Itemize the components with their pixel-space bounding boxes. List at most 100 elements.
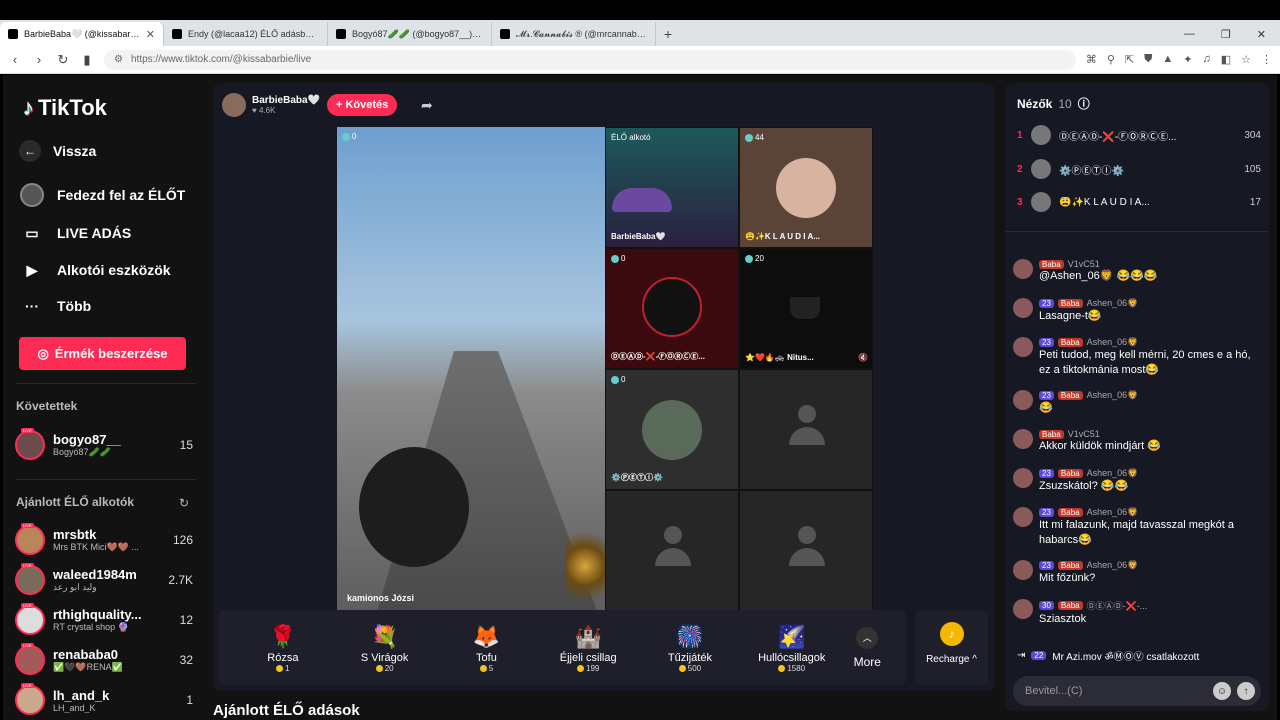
guest-tile[interactable]: 0 ⚙️ⓅⒺⓉⒾ⚙️	[605, 369, 739, 490]
top-viewer[interactable]: 2 ⚙️ⓅⒺⓉⒾ⚙️ 105	[1017, 159, 1261, 179]
person-placeholder-icon	[655, 526, 691, 572]
sidebar-item-explore-live[interactable]: Fedezd fel az ÉLŐT	[19, 182, 185, 208]
recommended-account[interactable]: LIVE mrsbtk Mrs BTK Mici🤎🤎 ... 126	[15, 523, 193, 555]
gift-tofu[interactable]: 🦊 Tofu 5	[436, 622, 538, 673]
following-account[interactable]: LIVE bogyo87__ Bogyó87🥒🥒 15	[15, 428, 193, 460]
avatar: LIVE	[15, 428, 45, 460]
gift-rose[interactable]: 🌹 Rózsa 1	[232, 622, 334, 673]
puzzle-icon[interactable]: ✦	[1183, 53, 1192, 66]
chat-message[interactable]: 23 Baba Ashen_06🦁 Itt mi falazunk, majd tav…	[1013, 507, 1263, 548]
close-tab-icon[interactable]: ✕	[146, 28, 155, 41]
send-icon[interactable]: ↑	[1237, 682, 1255, 700]
minimize-icon[interactable]: —	[1184, 28, 1195, 40]
star-icon[interactable]: ☆	[1241, 53, 1251, 66]
coin-icon	[375, 665, 383, 672]
sidebar-item-live-studio[interactable]: ▭ LIVE ADÁS	[19, 220, 131, 246]
mushroom-decoration	[612, 188, 672, 212]
guest-avatar	[642, 277, 702, 337]
tofu-icon: 🦊	[472, 624, 501, 649]
forward-icon[interactable]: ›	[32, 52, 46, 67]
bookmark-icon[interactable]: ▮	[80, 52, 94, 68]
get-coins-button[interactable]: ◎ Érmék beszerzése	[19, 337, 186, 370]
avatar	[1013, 429, 1033, 449]
host-info[interactable]: BarbieBaba🤍 ♥ 4.6K	[222, 93, 320, 117]
chat-message[interactable]: 23 Baba Ashen_06🦁 😂	[1013, 390, 1263, 416]
emoji-icon[interactable]: ☺	[1213, 682, 1231, 700]
chat-message[interactable]: Baba V1vC51 @Ashen_06🦁 😂😂😂	[1013, 259, 1263, 284]
recommended-account[interactable]: LIVE lh_and_k LH_and_K 1	[15, 683, 193, 715]
live-badge: LIVE	[21, 643, 34, 648]
gift-flowers[interactable]: 💐 S Virágok 20	[334, 622, 436, 673]
muted-mic-icon: 🔇	[858, 353, 868, 362]
more-gifts-button[interactable]: ︿ More	[843, 626, 892, 669]
follow-button[interactable]: + Követés	[327, 94, 398, 116]
share-page-icon[interactable]: ⇱	[1125, 53, 1134, 66]
host-avatar[interactable]	[222, 93, 246, 117]
chat-message[interactable]: 23 Baba Ashen_06🦁 Mit főzünk?	[1013, 560, 1263, 586]
video-camera-icon: ▭	[25, 224, 39, 241]
empty-seat[interactable]	[605, 490, 739, 611]
refresh-icon[interactable]: ↻	[179, 496, 189, 510]
browser-tab[interactable]: Endy (@lacaa12) ÉLŐ adásban van –	[164, 22, 328, 46]
music-icon[interactable]: ♫	[1202, 53, 1210, 66]
info-icon[interactable]: ⓘ	[1078, 95, 1090, 112]
close-window-icon[interactable]: ✕	[1257, 28, 1266, 41]
divider	[16, 383, 196, 384]
browser-tab[interactable]: Bogyó87🥒🥒 (@bogyo87__) ÉLŐ a	[328, 22, 492, 46]
empty-seat[interactable]	[739, 369, 873, 490]
gift-shooting-stars[interactable]: 🌠 Hullócsillagok 1580	[741, 622, 843, 673]
main-guest-video[interactable]: 0 kamionos Józsi	[337, 127, 605, 611]
browser-tab[interactable]: BarbieBaba🤍 (@kissabarbie) ...✕	[0, 22, 164, 46]
guest-tile[interactable]: 20 ⭐❤️🔥🚓 Nitus... 🔇	[739, 248, 873, 369]
guest-tile[interactable]: 0 ⒹⒺⒶⒹ-❌-ⒻⓄⓇⒸⒺ...	[605, 248, 739, 369]
chat-message[interactable]: 23 Baba Ashen_06🦁 Peti tudod, meg kell mérn…	[1013, 337, 1263, 378]
chat-message[interactable]: 23 Baba Ashen_06🦁 Zsuzskátol? 😂😂	[1013, 468, 1263, 494]
chat-message[interactable]: 23 Baba Ashen_06🦁 Lasagne-t😂	[1013, 298, 1263, 324]
top-viewer[interactable]: 3 😩✨K L A U D I A... 17	[1017, 192, 1261, 212]
recommended-account[interactable]: LIVE renababa0 ✅🖤🤎RENA✅ 32	[15, 643, 193, 675]
gift-bar: 🌹 Rózsa 1 💐 S Virágok 20 🦊 Tofu 5 🏰 Éjjeli csil…	[218, 610, 906, 685]
chat-input[interactable]: Bevitel...(C) ☺ ↑	[1013, 676, 1261, 706]
chat-message[interactable]: Baba V1vC51 Akkor küldök mindjárt 😂	[1013, 429, 1263, 454]
back-button[interactable]: ← Vissza	[19, 140, 96, 162]
sidebar-icon[interactable]: ◧	[1221, 53, 1231, 66]
chat-message[interactable]: 30 Baba ⒹⒺⒶⒹ-❌-... Sziasztok	[1013, 599, 1263, 627]
gift-night-star[interactable]: 🏰 Éjjeli csillag 199	[537, 622, 639, 673]
top-viewer[interactable]: 1 ⒹⒺⒶⒹ-❌-ⒻⓄⓇⒸⒺ... 304	[1017, 125, 1261, 145]
restore-icon[interactable]: ❐	[1221, 28, 1231, 41]
menu-icon[interactable]: ⋮	[1261, 53, 1272, 66]
avatar	[1013, 599, 1033, 619]
avatar	[1013, 298, 1033, 318]
share-icon[interactable]: ➦	[421, 97, 433, 114]
zoom-icon[interactable]: ⚲	[1107, 53, 1115, 66]
back-icon[interactable]: ‹	[8, 52, 22, 67]
url-field[interactable]: ⚙ https://www.tiktok.com/@kissabarbie/liv…	[104, 49, 1076, 70]
recommended-title: Ajánlott ÉLŐ alkotók	[16, 495, 135, 509]
gift-fireworks[interactable]: 🎆 Tűzijáték 500	[639, 622, 741, 673]
guest-name-label: kamionos Józsi	[347, 593, 415, 603]
new-tab-button[interactable]: +	[656, 22, 680, 46]
tiktok-logo[interactable]: ♪ TikTok	[23, 95, 107, 121]
translate-icon[interactable]: ⌘	[1086, 53, 1097, 66]
reload-icon[interactable]: ↻	[56, 52, 70, 68]
site-info-icon[interactable]: ⚙	[114, 54, 123, 65]
extension-icon[interactable]: ⛊	[1144, 53, 1152, 66]
guest-tile[interactable]: 44 😩✨K L A U D I A...	[739, 127, 873, 248]
recharge-button[interactable]: ♪ Recharge ^	[915, 610, 988, 685]
avatar: LIVE	[15, 523, 45, 555]
sidebar-item-more[interactable]: ··· Több	[19, 293, 91, 319]
empty-seat[interactable]	[739, 490, 873, 611]
divider	[1005, 231, 1269, 232]
avatar: LIVE	[15, 603, 45, 635]
tiktok-favicon-icon	[172, 29, 182, 39]
recommended-account[interactable]: LIVE waleed1984m وليد ابو رعد 2.7K	[15, 563, 193, 595]
guest-avatar	[642, 400, 702, 460]
sidebar-item-creator-tools[interactable]: ▶ Alkotói eszközök	[19, 257, 171, 283]
extension-icon[interactable]: ▲	[1162, 53, 1173, 66]
coffee-cup-icon	[790, 297, 820, 319]
enter-icon: ⇥	[1017, 650, 1026, 661]
host-tile[interactable]: ÉLŐ alkotó BarbieBaba🤍	[605, 127, 739, 248]
browser-tab[interactable]: 𝓜𝓻.𝓒𝓪𝓷𝓷𝓪𝓫𝓲𝓼 ® (@mrcannabis_)	[492, 22, 656, 46]
recommended-account[interactable]: LIVE rthighquality... RT crystal shop 🔮 12	[15, 603, 193, 635]
live-badge: LIVE	[21, 683, 34, 688]
